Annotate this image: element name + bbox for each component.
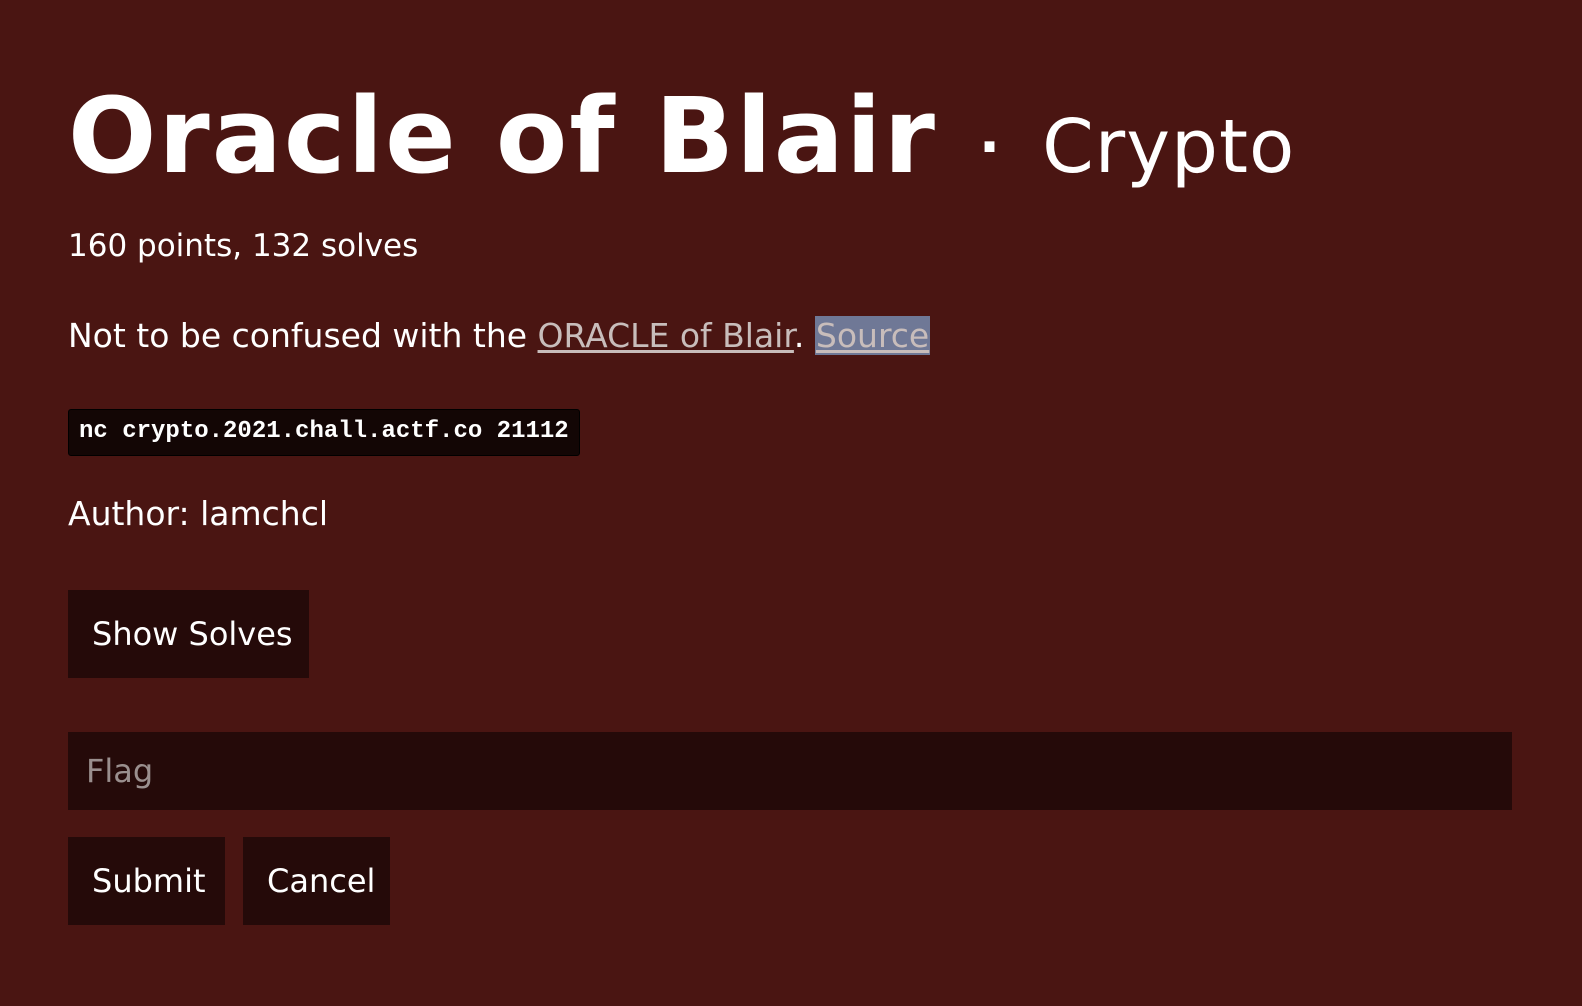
netcat-command: nc crypto.2021.chall.actf.co 21112: [68, 409, 580, 456]
challenge-description: Not to be confused with the ORACLE of Bl…: [68, 316, 931, 356]
oracle-link[interactable]: ORACLE of Blair: [538, 316, 794, 355]
show-solves-button[interactable]: Show Solves: [68, 590, 309, 678]
description-prefix: Not to be confused with the: [68, 316, 538, 355]
description-middle: .: [793, 316, 815, 355]
challenge-stats: 160 points, 132 solves: [68, 228, 419, 264]
challenge-author: Author: lamchcl: [68, 494, 329, 533]
submit-button[interactable]: Submit: [68, 837, 225, 925]
title-row: Oracle of Blair · Crypto: [68, 84, 1295, 190]
title-separator: ·: [978, 115, 1001, 180]
source-link[interactable]: Source: [814, 316, 931, 355]
cancel-button[interactable]: Cancel: [243, 837, 390, 925]
challenge-category: Crypto: [1042, 104, 1296, 190]
flag-input[interactable]: [68, 732, 1512, 810]
challenge-title: Oracle of Blair: [68, 75, 937, 197]
